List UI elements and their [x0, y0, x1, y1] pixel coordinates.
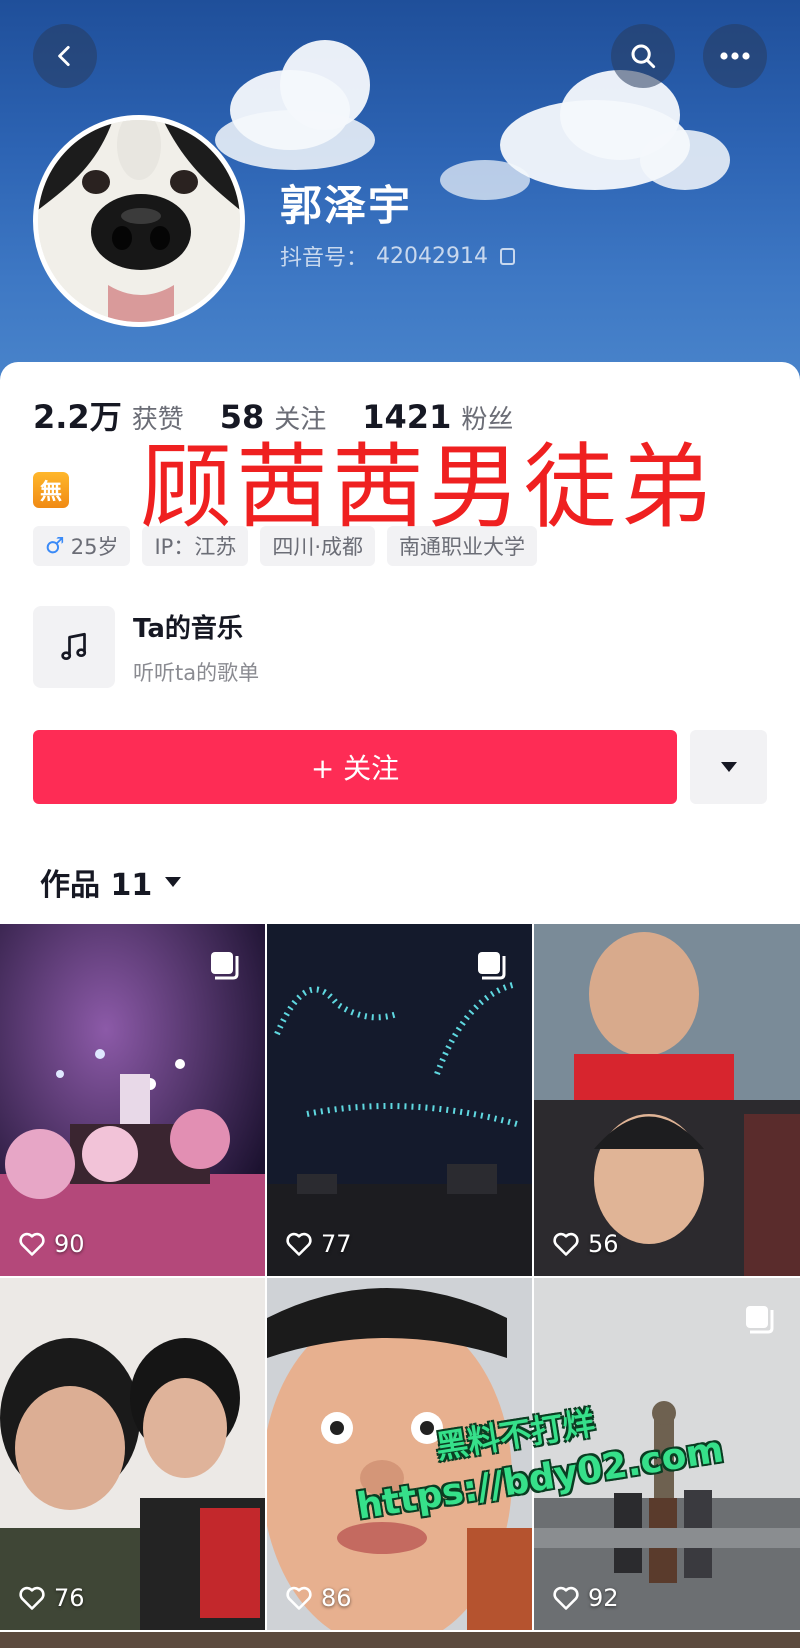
heart-icon	[19, 1586, 45, 1610]
video-thumbnail	[534, 924, 800, 1276]
back-button[interactable]	[33, 24, 97, 88]
stat-following[interactable]: 58 关注	[220, 398, 327, 436]
multi-image-icon	[746, 1306, 774, 1334]
douyin-id-value: 42042914	[376, 243, 488, 269]
multi-image-icon	[478, 952, 506, 980]
like-count: 56	[552, 1230, 619, 1258]
video-tile[interactable]: 77	[267, 924, 532, 1276]
copy-icon[interactable]	[500, 247, 515, 265]
video-tile[interactable]: 90	[0, 924, 265, 1276]
search-button[interactable]	[611, 24, 675, 88]
overlay-caption: 顾茜茜男徒弟	[140, 434, 717, 541]
follow-button[interactable]: + 关注	[33, 730, 677, 804]
music-subtitle: 听听ta的歌单	[133, 660, 260, 685]
heart-icon	[286, 1586, 312, 1610]
multi-image-icon	[211, 952, 239, 980]
like-count: 90	[18, 1230, 85, 1258]
like-count: 86	[285, 1584, 352, 1612]
dog-avatar-image	[38, 120, 240, 322]
stat-number: 1421	[362, 398, 452, 436]
music-thumb	[33, 606, 115, 688]
like-count: 77	[285, 1230, 352, 1258]
more-horizontal-icon	[720, 52, 750, 60]
stats-row: 2.2万 获赞 58 关注 1421 粉丝	[33, 392, 549, 438]
music-entry[interactable]: Ta的音乐 听听ta的歌单	[33, 606, 259, 688]
search-icon	[631, 44, 656, 69]
stat-number: 2.2万	[33, 398, 122, 436]
avatar[interactable]	[33, 115, 245, 327]
music-text: Ta的音乐 听听ta的歌单	[133, 608, 259, 687]
heart-icon	[553, 1232, 579, 1256]
stat-label: 获赞	[131, 405, 184, 435]
male-icon: ♂	[45, 533, 65, 559]
triangle-down-icon	[720, 762, 737, 772]
like-count-value: 92	[588, 1584, 619, 1612]
video-thumbnail	[0, 1278, 265, 1630]
like-count: 92	[552, 1584, 619, 1612]
tag-age: 25岁	[70, 535, 119, 559]
video-tile[interactable]: 56	[534, 924, 800, 1276]
username: 郭泽宇	[280, 181, 413, 230]
tab-works[interactable]: 作品 11	[40, 860, 182, 904]
like-count-value: 86	[321, 1584, 352, 1612]
heart-icon	[19, 1232, 45, 1256]
profile-header: 郭泽宇 抖音号： 42042914	[0, 0, 800, 400]
douyin-id[interactable]: 抖音号： 42042914	[280, 240, 515, 272]
like-count-value: 56	[588, 1230, 619, 1258]
like-count-value: 77	[321, 1230, 352, 1258]
stat-likes[interactable]: 2.2万 获赞	[33, 392, 184, 438]
stat-label: 关注	[274, 405, 327, 435]
stat-number: 58	[219, 398, 265, 436]
video-tile[interactable]: 76	[0, 1278, 265, 1630]
heart-icon	[286, 1232, 312, 1256]
caret-down-icon	[165, 877, 182, 887]
cloud	[440, 160, 530, 200]
like-count-value: 76	[54, 1584, 85, 1612]
heart-icon	[553, 1586, 579, 1610]
like-count-value: 90	[54, 1230, 85, 1258]
next-row-peek	[0, 1632, 800, 1648]
more-button[interactable]	[703, 24, 767, 88]
douyin-id-label: 抖音号：	[280, 246, 369, 271]
music-title: Ta的音乐	[133, 613, 243, 644]
badge-icon: 無	[33, 472, 69, 508]
chevron-left-icon	[58, 45, 70, 67]
stat-followers[interactable]: 1421 粉丝	[362, 398, 513, 436]
cloud	[215, 110, 375, 170]
tab-works-label: 作品 11	[40, 868, 153, 903]
like-count: 76	[18, 1584, 85, 1612]
cloud	[640, 130, 730, 190]
tag-gender-age: ♂ 25岁	[33, 526, 131, 566]
music-note-icon	[61, 632, 87, 661]
recommend-dropdown-button[interactable]	[690, 730, 767, 804]
profile-card: 2.2万 获赞 58 关注 1421 粉丝 無 ♂ 25岁 IP：江苏 四川·成…	[0, 362, 800, 922]
stat-label: 粉丝	[461, 405, 514, 435]
